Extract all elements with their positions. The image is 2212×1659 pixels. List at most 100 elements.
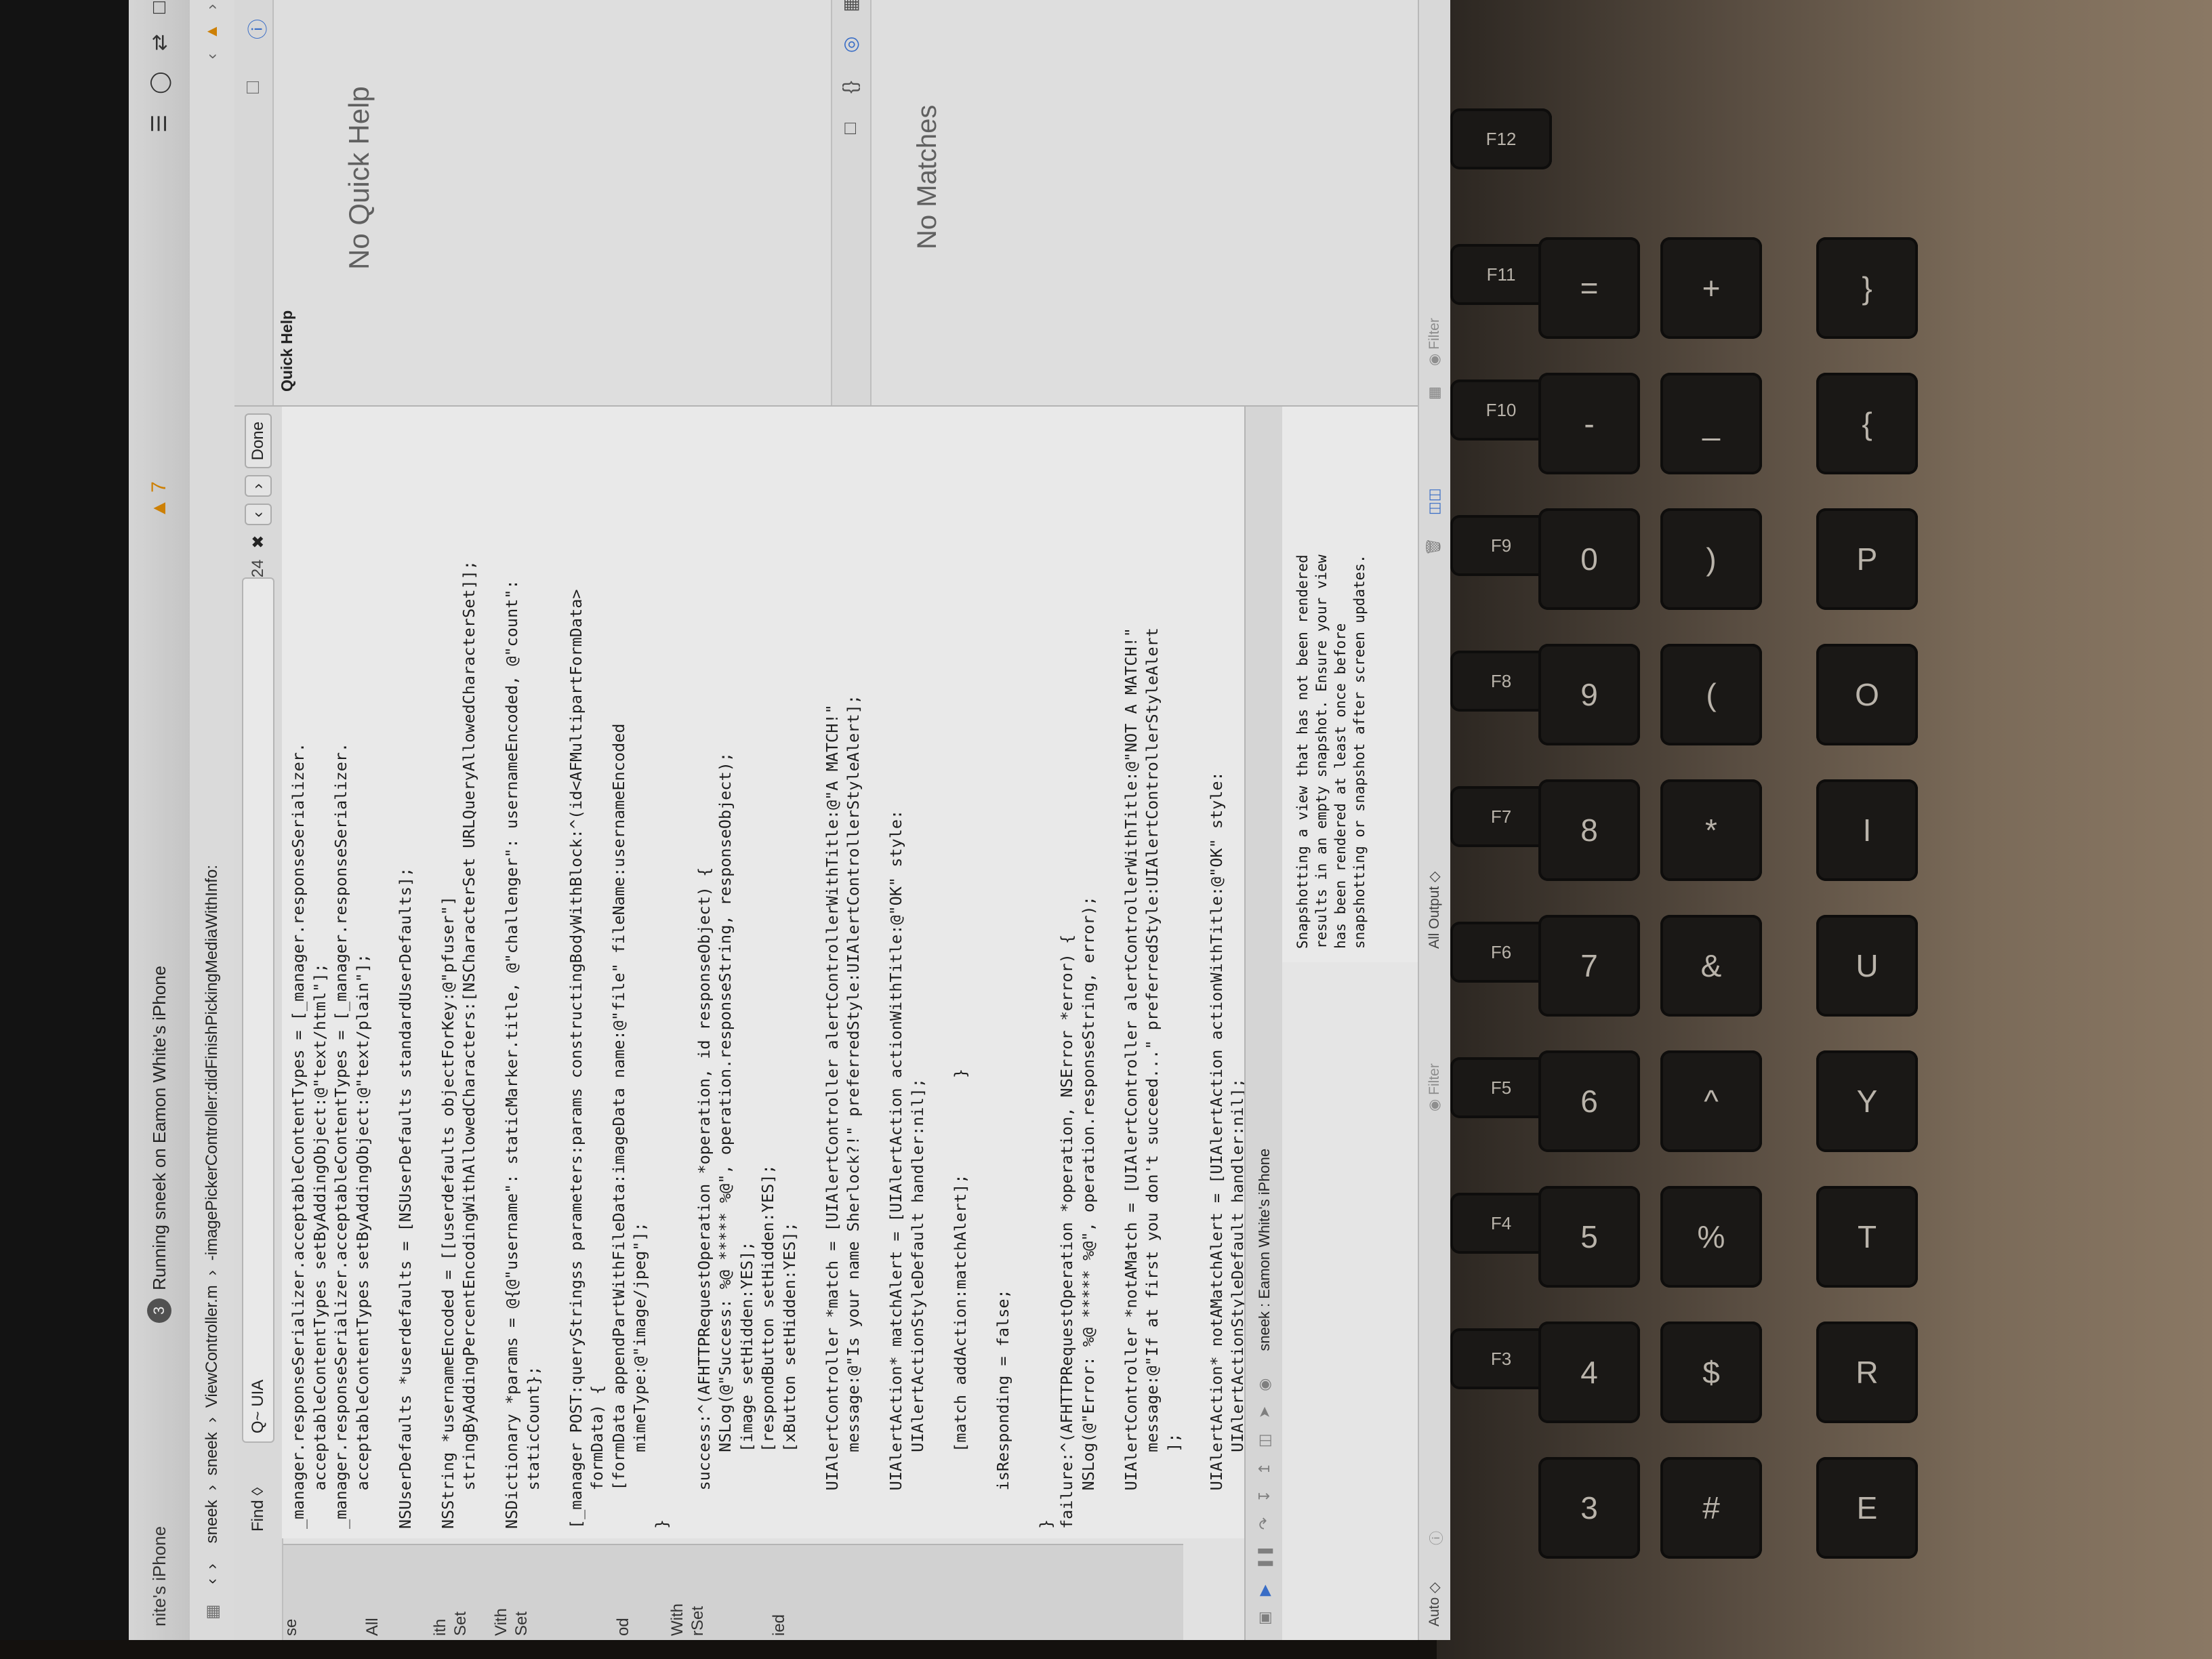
- view-debugger-icon[interactable]: ◫: [1256, 1433, 1273, 1448]
- code-line: NSLog(@"Success: %@ ***** %@", operation…: [716, 752, 735, 1529]
- key: ^: [1660, 1050, 1762, 1152]
- title-bar: nite's iPhone 3 Running sneek on Eamon W…: [129, 0, 191, 1640]
- quick-help-icon[interactable]: ⓘ: [241, 19, 271, 39]
- sidebar-item[interactable]: ith: [431, 1619, 450, 1636]
- warning-icon[interactable]: ▲ 7: [148, 481, 171, 518]
- find-bar: Find ◊ Q~ UIA 24 ✖ ‹ › Done: [234, 407, 283, 1640]
- next-match-button[interactable]: ›: [245, 475, 272, 497]
- sidebar-item[interactable]: Set: [451, 1612, 470, 1636]
- step-over-icon[interactable]: ↷: [1256, 1517, 1273, 1530]
- sidebar-item[interactable]: od: [614, 1618, 633, 1636]
- back-arrow-icon[interactable]: ‹: [203, 1578, 222, 1584]
- media-library-icon[interactable]: ▦: [839, 0, 861, 12]
- key: ): [1660, 508, 1762, 610]
- code-line: formData) {: [588, 1385, 607, 1529]
- code-editor[interactable]: _manager.responseSerializer.acceptableCo…: [282, 407, 1244, 1538]
- location-icon[interactable]: ➤: [1256, 1406, 1273, 1418]
- done-button[interactable]: Done: [245, 413, 272, 469]
- code-line: ];: [1164, 1433, 1183, 1529]
- debug-bottom-bar: Auto ◇ ⓘ ◉ Filter All Output ◇ 🗑 ◫◫ ▦ ◉ …: [1418, 0, 1450, 1640]
- code-line: UIAlertAction* matchAlert = [UIAlertActi…: [886, 809, 905, 1529]
- file-template-icon[interactable]: □: [839, 123, 861, 134]
- breadcrumb-separator: ›: [203, 1270, 221, 1276]
- library-empty-state: No Matches: [912, 104, 942, 249]
- previous-match-button[interactable]: ‹: [245, 504, 272, 526]
- console-line: has been rendered at least once before: [1332, 623, 1349, 949]
- next-issue-icon[interactable]: ›: [203, 4, 221, 9]
- breadcrumb-project[interactable]: sneek: [203, 1500, 222, 1543]
- laptop-keyboard: F3 F4 F5 F6 F7 F8 F9 F10 F11 F12 3 4 5 6…: [1437, 0, 2212, 1659]
- forward-arrow-icon[interactable]: ›: [203, 1563, 222, 1569]
- sidebar-item[interactable]: Set: [512, 1612, 531, 1636]
- code-line: _manager.responseSerializer.acceptableCo…: [331, 742, 350, 1529]
- key: O: [1816, 644, 1918, 745]
- version-editor-icon[interactable]: ⇄: [148, 34, 171, 51]
- sidebar-item[interactable]: Vith: [492, 1608, 511, 1636]
- find-search-field[interactable]: Q~ UIA: [242, 577, 274, 1443]
- find-mode-select[interactable]: Find ◊: [249, 1455, 268, 1532]
- code-line: stringByAddingPercentEncodingWithAllowed…: [459, 560, 478, 1529]
- fkey: F8: [1450, 651, 1552, 712]
- standard-editor-icon[interactable]: ☰: [148, 115, 171, 133]
- fkey: F9: [1450, 515, 1552, 576]
- auto-select[interactable]: Auto ◇: [1426, 1582, 1443, 1626]
- scheme-device[interactable]: nite's iPhone: [149, 1526, 170, 1626]
- grid-view-icon[interactable]: ▦: [1426, 386, 1443, 400]
- fkey: F4: [1450, 1193, 1552, 1254]
- pause-icon[interactable]: ❚❚: [1256, 1544, 1273, 1570]
- sidebar-item[interactable]: With: [668, 1603, 687, 1636]
- breadcrumb-separator: ›: [203, 1485, 221, 1491]
- utilities-inspector: □ ⓘ Quick Help No Quick Help □ {} ◎ ▦ No…: [234, 0, 1418, 407]
- code-line: [respondButton setHidden:YES];: [758, 1164, 777, 1529]
- sidebar-item[interactable]: se: [282, 1619, 301, 1636]
- navigator-toggle-icon[interactable]: □: [148, 1, 171, 14]
- step-in-icon[interactable]: ↧: [1256, 1490, 1273, 1502]
- sidebar-item[interactable]: ied: [770, 1614, 789, 1636]
- key: P: [1816, 508, 1918, 610]
- step-out-icon[interactable]: ↥: [1256, 1462, 1273, 1475]
- code-line: [formData appendPartWithFileData:imageDa…: [609, 723, 628, 1529]
- output-select[interactable]: All Output ◇: [1426, 872, 1443, 949]
- quick-help-empty-state: No Quick Help: [343, 86, 375, 270]
- assistant-editor-icon[interactable]: ◯: [148, 71, 171, 94]
- console-line: snapshotting or snapshot after screen up…: [1351, 554, 1368, 949]
- key: 7: [1538, 915, 1640, 1017]
- filter-left[interactable]: ◉ Filter: [1426, 1063, 1443, 1111]
- grid-icon[interactable]: ▦: [203, 1604, 222, 1620]
- filter-right[interactable]: ◉ Filter: [1426, 318, 1443, 366]
- breakpoints-icon[interactable]: ▶: [1256, 1584, 1273, 1596]
- console-output[interactable]: Snapshotting a view that has not been re…: [1282, 407, 1418, 962]
- sidebar-item[interactable]: rSet: [689, 1606, 708, 1636]
- variables-view: [1282, 961, 1418, 1640]
- file-inspector-icon[interactable]: □: [241, 81, 264, 94]
- prev-issue-icon[interactable]: ‹: [203, 54, 221, 59]
- breadcrumb-method[interactable]: -imagePickerController:didFinishPickingM…: [203, 865, 222, 1261]
- clear-search-icon[interactable]: ✖: [249, 535, 268, 548]
- hide-debug-area-icon[interactable]: ▣: [1256, 1611, 1273, 1625]
- code-snippet-icon[interactable]: {}: [839, 81, 861, 94]
- inspector-tabs: □ ⓘ: [234, 0, 274, 405]
- key: T: [1816, 1186, 1918, 1288]
- sidebar-item[interactable]: All: [363, 1618, 382, 1636]
- issue-warning-icon[interactable]: ▲: [203, 24, 221, 40]
- window-title: Running sneek on Eamon White's iPhone: [148, 965, 169, 1290]
- key: 5: [1538, 1186, 1640, 1288]
- object-library-icon[interactable]: ◎: [839, 37, 861, 53]
- split-view-icon[interactable]: ◫◫: [1426, 488, 1443, 515]
- code-line: UIAlertAction* notAMatchAlert = [UIAlert…: [1206, 771, 1226, 1529]
- breadcrumb-folder[interactable]: sneek: [203, 1432, 222, 1475]
- key: Y: [1816, 1050, 1918, 1152]
- camera-icon[interactable]: ◉: [1256, 1378, 1273, 1391]
- trash-icon[interactable]: 🗑: [1426, 537, 1442, 556]
- code-line: UIAlertController *match = [UIAlertContr…: [822, 704, 842, 1529]
- filter-right-label: Filter: [1427, 318, 1442, 350]
- fkey: F3: [1450, 1328, 1552, 1389]
- screen-bezel: [0, 0, 129, 1640]
- quick-help-title: Quick Help: [278, 310, 295, 392]
- info-icon[interactable]: ⓘ: [1426, 1531, 1446, 1545]
- code-line: isResponding = false;: [993, 1289, 1012, 1529]
- code-line: staticCount};: [523, 1366, 543, 1529]
- key: %: [1660, 1186, 1762, 1288]
- breadcrumb-file[interactable]: ViewController.m: [203, 1285, 222, 1408]
- key: }: [1816, 237, 1918, 339]
